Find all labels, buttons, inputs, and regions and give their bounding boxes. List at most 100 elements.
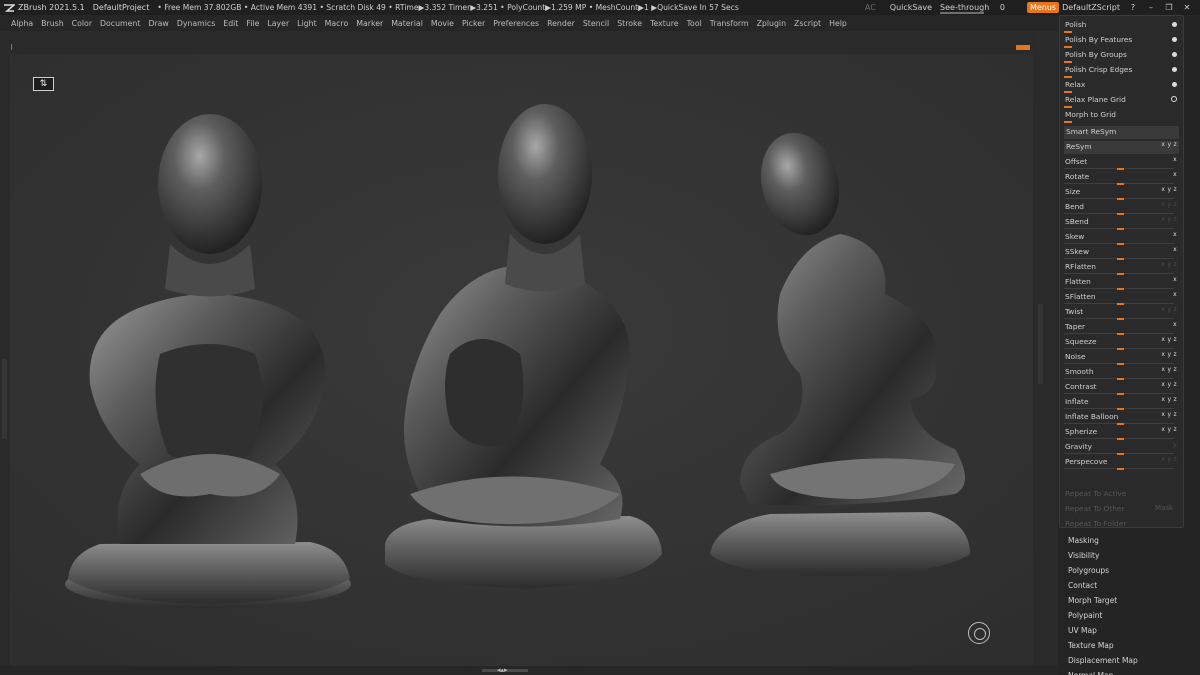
- axis-toggle[interactable]: x y z: [1161, 381, 1177, 388]
- default-zscript-button[interactable]: DefaultZScript: [1062, 3, 1120, 12]
- axis-toggle[interactable]: x y z: [1161, 261, 1177, 268]
- repeat-to-active-button[interactable]: Repeat To Active: [1064, 488, 1179, 501]
- slider-offset[interactable]: Offset x: [1064, 156, 1179, 170]
- slider-rotate[interactable]: Rotate x: [1064, 171, 1179, 185]
- menu-movie[interactable]: Movie: [431, 19, 454, 28]
- menu-brush[interactable]: Brush: [41, 19, 64, 28]
- menu-alpha[interactable]: Alpha: [11, 19, 33, 28]
- slider-bend[interactable]: Bend x y z: [1064, 201, 1179, 215]
- smart-resym-button[interactable]: Smart ReSym: [1064, 126, 1179, 139]
- menu-zscript[interactable]: Zscript: [794, 19, 821, 28]
- document-canvas[interactable]: ⇅: [10, 54, 1033, 666]
- view-rotate-icon[interactable]: [968, 622, 990, 644]
- menu-file[interactable]: File: [246, 19, 259, 28]
- ac-toggle[interactable]: AC: [865, 3, 876, 12]
- slider-taper[interactable]: Taper x: [1064, 321, 1179, 335]
- option-ring-icon[interactable]: [1171, 96, 1177, 102]
- menu-edit[interactable]: Edit: [223, 19, 238, 28]
- perspective-toggle-icon[interactable]: ⇅: [33, 77, 54, 91]
- slider-inflate-balloon[interactable]: Inflate Balloon x y z: [1064, 411, 1179, 425]
- menu-material[interactable]: Material: [391, 19, 423, 28]
- repeat-to-folder-button[interactable]: Repeat To Folder: [1064, 518, 1179, 531]
- slider-squeeze[interactable]: Squeeze x y z: [1064, 336, 1179, 350]
- slider-size[interactable]: Size x y z: [1064, 186, 1179, 200]
- axis-toggle[interactable]: x y z: [1161, 456, 1177, 463]
- menu-render[interactable]: Render: [547, 19, 575, 28]
- project-name[interactable]: DefaultProject: [93, 3, 150, 12]
- menu-document[interactable]: Document: [100, 19, 140, 28]
- help-icon[interactable]: ?: [1128, 3, 1138, 13]
- slider-spherize[interactable]: Spherize x y z: [1064, 426, 1179, 440]
- left-tray-handle[interactable]: [2, 359, 7, 439]
- menus-button[interactable]: Menus: [1026, 2, 1060, 13]
- menu-help[interactable]: Help: [829, 19, 847, 28]
- slider-twist[interactable]: Twist x y z: [1064, 306, 1179, 320]
- menu-preferences[interactable]: Preferences: [493, 19, 539, 28]
- axis-toggle[interactable]: x: [1173, 276, 1177, 283]
- axis-toggle[interactable]: x y z: [1161, 411, 1177, 418]
- subpalette-texture-map[interactable]: Texture Map: [1068, 641, 1114, 650]
- subpalette-polypaint[interactable]: Polypaint: [1068, 611, 1103, 620]
- menu-dynamics[interactable]: Dynamics: [177, 19, 215, 28]
- slider-smooth[interactable]: Smooth x y z: [1064, 366, 1179, 380]
- menu-tool[interactable]: Tool: [687, 19, 702, 28]
- subpalette-masking[interactable]: Masking: [1068, 536, 1099, 545]
- menu-macro[interactable]: Macro: [325, 19, 349, 28]
- menu-stroke[interactable]: Stroke: [617, 19, 642, 28]
- slider-gravity[interactable]: Gravity y: [1064, 441, 1179, 455]
- option-dot-icon[interactable]: [1172, 37, 1177, 42]
- axis-toggle[interactable]: x: [1173, 321, 1177, 328]
- subpalette-normal-map[interactable]: Normal Map: [1068, 671, 1113, 675]
- slider-skew[interactable]: Skew x: [1064, 231, 1179, 245]
- menu-draw[interactable]: Draw: [148, 19, 168, 28]
- deform-button-polish-crisp-edges[interactable]: Polish Crisp Edges: [1064, 64, 1179, 78]
- menu-layer[interactable]: Layer: [267, 19, 289, 28]
- axis-toggle[interactable]: x y z: [1161, 186, 1177, 193]
- axis-toggle[interactable]: x y z: [1161, 306, 1177, 313]
- menu-picker[interactable]: Picker: [462, 19, 485, 28]
- slider-sbend[interactable]: SBend x y z: [1064, 216, 1179, 230]
- axis-toggle[interactable]: x: [1173, 291, 1177, 298]
- option-dot-icon[interactable]: [1172, 82, 1177, 87]
- shelf-accent-marker[interactable]: [1016, 45, 1030, 50]
- right-tray-handle[interactable]: [1038, 304, 1043, 384]
- subpalette-uv-map[interactable]: UV Map: [1068, 626, 1097, 635]
- deform-button-polish-by-groups[interactable]: Polish By Groups: [1064, 49, 1179, 63]
- option-dot-icon[interactable]: [1172, 67, 1177, 72]
- subpalette-displacement-map[interactable]: Displacement Map: [1068, 656, 1138, 665]
- axis-toggle[interactable]: x y z: [1161, 201, 1177, 208]
- option-dot-icon[interactable]: [1172, 52, 1177, 57]
- slider-inflate[interactable]: Inflate x y z: [1064, 396, 1179, 410]
- axis-toggle[interactable]: x y z: [1161, 366, 1177, 373]
- quicksave-button[interactable]: QuickSave: [890, 3, 932, 12]
- expand-arrows-icon[interactable]: ◂▴▸: [497, 666, 508, 674]
- slider-sflatten[interactable]: SFlatten x: [1064, 291, 1179, 305]
- menu-color[interactable]: Color: [72, 19, 92, 28]
- axis-toggle[interactable]: x y z: [1161, 141, 1177, 148]
- axis-toggle[interactable]: x y z: [1161, 216, 1177, 223]
- subpalette-visibility[interactable]: Visibility: [1068, 551, 1099, 560]
- minimize-icon[interactable]: –: [1146, 3, 1156, 13]
- subpalette-morph-target[interactable]: Morph Target: [1068, 596, 1117, 605]
- axis-toggle[interactable]: y: [1173, 441, 1177, 448]
- menu-zplugin[interactable]: Zplugin: [757, 19, 786, 28]
- restore-icon[interactable]: ❐: [1164, 3, 1174, 13]
- axis-toggle[interactable]: x y z: [1161, 351, 1177, 358]
- repeat-to-other-button[interactable]: Repeat To Other Mask: [1064, 503, 1179, 516]
- axis-toggle[interactable]: x: [1173, 156, 1177, 163]
- axis-toggle[interactable]: x y z: [1161, 426, 1177, 433]
- slider-noise[interactable]: Noise x y z: [1064, 351, 1179, 365]
- slider-rflatten[interactable]: RFlatten x y z: [1064, 261, 1179, 275]
- menu-texture[interactable]: Texture: [650, 19, 679, 28]
- axis-toggle[interactable]: x y z: [1161, 336, 1177, 343]
- mask-toggle[interactable]: Mask: [1155, 504, 1173, 512]
- slider-flatten[interactable]: Flatten x: [1064, 276, 1179, 290]
- close-icon[interactable]: ✕: [1182, 3, 1192, 13]
- see-through-slider[interactable]: See-through 0: [940, 3, 1013, 14]
- slider-perspecove[interactable]: Perspecove x y z: [1064, 456, 1179, 470]
- menu-marker[interactable]: Marker: [356, 19, 383, 28]
- deform-button-relax[interactable]: Relax: [1064, 79, 1179, 93]
- axis-toggle[interactable]: x: [1173, 231, 1177, 238]
- subpalette-contact[interactable]: Contact: [1068, 581, 1097, 590]
- deform-button-polish-by-features[interactable]: Polish By Features: [1064, 34, 1179, 48]
